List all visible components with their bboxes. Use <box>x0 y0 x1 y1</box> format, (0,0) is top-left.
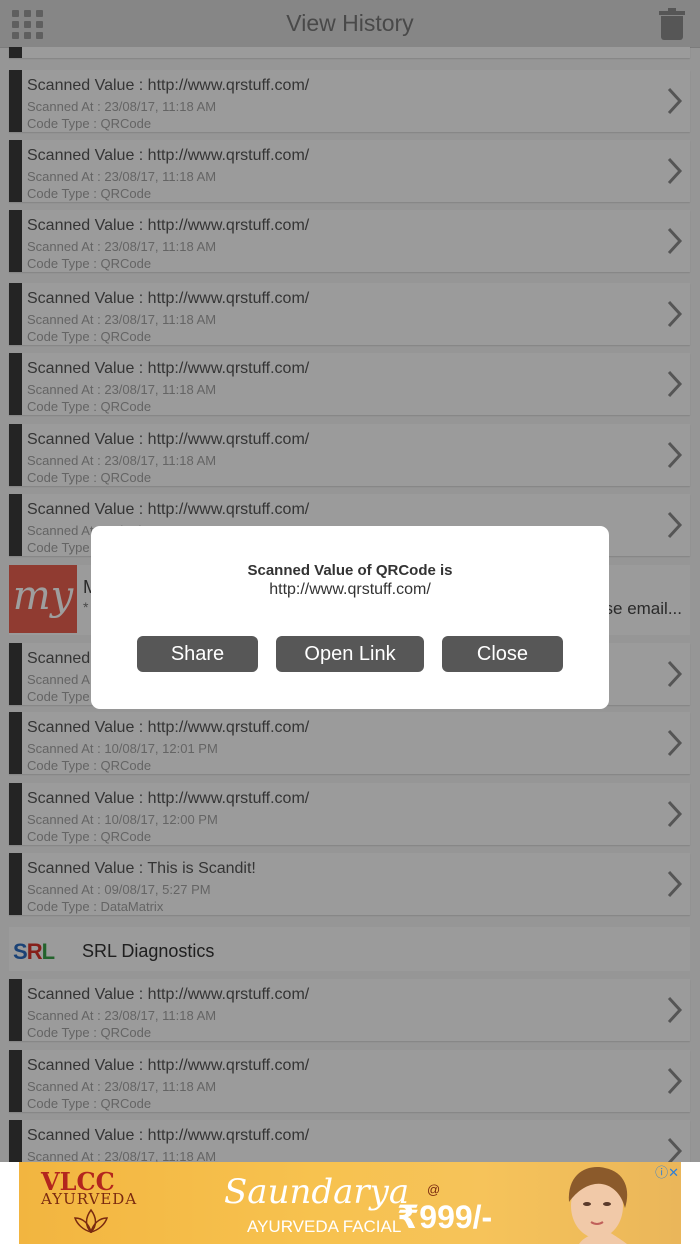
close-button[interactable]: Close <box>442 636 563 672</box>
ad-choices-icon[interactable]: ⓘ✕ <box>655 1162 679 1181</box>
ad-banner[interactable]: VLCC AYURVEDA Saundarya AYURVEDA FACIAL … <box>0 1162 700 1244</box>
scan-result-dialog: Scanned Value of QRCode is http://www.qr… <box>91 526 609 709</box>
dialog-message: Scanned Value of QRCode is <box>247 562 453 579</box>
ad-subline: AYURVEDA FACIAL <box>247 1217 402 1236</box>
ad-price: ₹999/- <box>397 1199 493 1235</box>
ad-headline: Saundarya <box>224 1172 410 1212</box>
dialog-url: http://www.qrstuff.com/ <box>269 581 431 598</box>
ad-banner-content[interactable]: VLCC AYURVEDA Saundarya AYURVEDA FACIAL … <box>19 1162 681 1244</box>
app-screen: View History Scanned Value : http://www.… <box>0 0 700 1244</box>
ad-at: @ <box>427 1182 441 1197</box>
open-link-button[interactable]: Open Link <box>276 636 424 672</box>
lotus-icon <box>73 1208 109 1234</box>
share-button[interactable]: Share <box>137 636 258 672</box>
model-face-image <box>568 1167 628 1244</box>
